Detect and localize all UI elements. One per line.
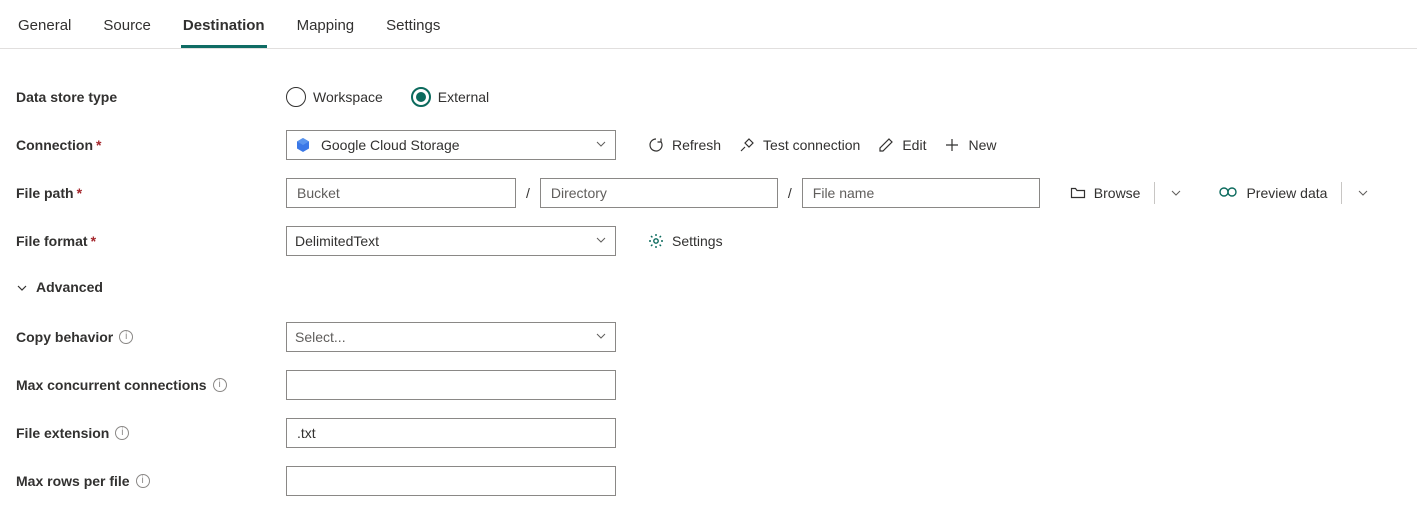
max-concurrent-input[interactable]	[295, 371, 607, 399]
chevron-down-icon	[595, 137, 607, 153]
browse-label: Browse	[1094, 185, 1141, 201]
info-icon[interactable]: i	[115, 426, 129, 440]
row-max-rows: Max rows per file i	[16, 457, 1401, 505]
file-extension-input-wrap	[286, 418, 616, 448]
tab-general[interactable]: General	[16, 5, 73, 48]
row-data-store-type: Data store type Workspace External	[16, 73, 1401, 121]
format-settings-label: Settings	[672, 233, 723, 249]
label-max-rows: Max rows per file	[16, 473, 130, 489]
info-icon[interactable]: i	[136, 474, 150, 488]
bucket-input[interactable]	[295, 179, 507, 207]
radio-external-label: External	[438, 89, 489, 105]
chevron-down-icon	[595, 329, 607, 345]
new-label: New	[968, 137, 996, 153]
label-max-concurrent: Max concurrent connections	[16, 377, 207, 393]
refresh-label: Refresh	[672, 137, 721, 153]
info-icon[interactable]: i	[213, 378, 227, 392]
test-connection-label: Test connection	[763, 137, 860, 153]
copy-behavior-placeholder: Select...	[295, 329, 346, 345]
row-file-extension: File extension i	[16, 409, 1401, 457]
row-max-concurrent: Max concurrent connections i	[16, 361, 1401, 409]
row-connection: Connection* Google Cloud Storage Refresh	[16, 121, 1401, 169]
chevron-down-icon	[1170, 187, 1182, 199]
file-format-value: DelimitedText	[295, 233, 379, 249]
refresh-icon	[648, 137, 664, 153]
connection-select[interactable]: Google Cloud Storage	[286, 130, 616, 160]
refresh-button[interactable]: Refresh	[644, 133, 725, 157]
label-connection: Connection*	[16, 137, 101, 153]
label-file-path: File path*	[16, 185, 82, 201]
edit-button[interactable]: Edit	[874, 133, 930, 157]
chevron-down-icon	[1357, 187, 1369, 199]
plus-icon	[944, 137, 960, 153]
path-separator-1: /	[526, 185, 530, 201]
preview-data-button[interactable]: Preview data	[1214, 181, 1331, 205]
edit-icon	[878, 137, 894, 153]
folder-icon	[1070, 185, 1086, 201]
directory-input[interactable]	[549, 179, 769, 207]
max-concurrent-input-wrap	[286, 370, 616, 400]
chevron-down-icon	[595, 233, 607, 249]
directory-input-wrap	[540, 178, 778, 208]
new-button[interactable]: New	[940, 133, 1000, 157]
copy-behavior-select[interactable]: Select...	[286, 322, 616, 352]
edit-label: Edit	[902, 137, 926, 153]
test-connection-icon	[739, 137, 755, 153]
tab-source[interactable]: Source	[101, 5, 153, 48]
row-file-format: File format* DelimitedText Settings	[16, 217, 1401, 265]
gear-icon	[648, 233, 664, 249]
info-icon[interactable]: i	[119, 330, 133, 344]
file-format-select[interactable]: DelimitedText	[286, 226, 616, 256]
label-file-extension: File extension	[16, 425, 109, 441]
radio-external[interactable]: External	[411, 87, 489, 107]
format-settings-button[interactable]: Settings	[644, 229, 727, 253]
row-copy-behavior: Copy behavior i Select...	[16, 313, 1401, 361]
tab-destination[interactable]: Destination	[181, 5, 267, 48]
label-data-store-type: Data store type	[16, 89, 117, 105]
connection-value: Google Cloud Storage	[321, 137, 460, 153]
chevron-down-icon	[16, 281, 28, 293]
tab-bar: General Source Destination Mapping Setti…	[0, 0, 1417, 49]
filename-input[interactable]	[811, 179, 1031, 207]
path-separator-2: /	[788, 185, 792, 201]
radio-workspace-label: Workspace	[313, 89, 383, 105]
file-extension-input[interactable]	[295, 419, 607, 447]
max-rows-input[interactable]	[295, 467, 607, 495]
preview-icon	[1218, 186, 1238, 200]
bucket-input-wrap	[286, 178, 516, 208]
browse-dropdown[interactable]	[1154, 182, 1184, 204]
label-copy-behavior: Copy behavior	[16, 329, 113, 345]
advanced-toggle[interactable]: Advanced	[16, 265, 1401, 313]
preview-dropdown[interactable]	[1341, 182, 1371, 204]
preview-label: Preview data	[1246, 185, 1327, 201]
advanced-label: Advanced	[36, 279, 103, 295]
label-file-format: File format*	[16, 233, 96, 249]
test-connection-button[interactable]: Test connection	[735, 133, 864, 157]
max-rows-input-wrap	[286, 466, 616, 496]
browse-button[interactable]: Browse	[1066, 181, 1145, 205]
tab-mapping[interactable]: Mapping	[295, 5, 357, 48]
row-file-path: File path* / / Browse	[16, 169, 1401, 217]
radio-workspace[interactable]: Workspace	[286, 87, 383, 107]
tab-settings[interactable]: Settings	[384, 5, 442, 48]
google-cloud-storage-icon	[295, 137, 311, 153]
filename-input-wrap	[802, 178, 1040, 208]
